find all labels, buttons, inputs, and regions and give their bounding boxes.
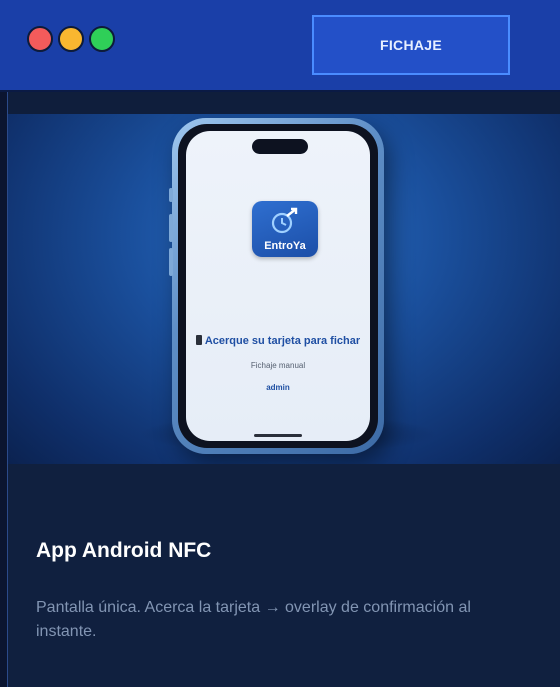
phone-side-button: [169, 214, 173, 242]
card-description: Pantalla única. Acerca la tarjeta → over…: [36, 599, 471, 640]
phone-side-button: [169, 188, 173, 202]
minimize-window-button[interactable]: [58, 26, 84, 52]
card-title: App Android NFC: [36, 539, 212, 562]
nfc-prompt: Acerque su tarjeta para fichar: [186, 335, 370, 347]
maximize-window-button[interactable]: [89, 26, 115, 52]
hero-image: EntroYa Acerque su tarjeta para fichar F…: [8, 114, 560, 464]
window-titlebar: FICHAJE: [0, 0, 560, 92]
app-name: EntroYa: [264, 240, 306, 252]
feature-card: EntroYa Acerque su tarjeta para fichar F…: [7, 92, 560, 687]
phone-side-button: [169, 248, 173, 276]
admin-link[interactable]: admin: [186, 383, 370, 392]
clock-check-icon: [271, 207, 298, 234]
manual-clock-in-link[interactable]: Fichaje manual: [186, 361, 370, 370]
window-controls: [27, 26, 115, 52]
nfc-prompt-text: Acerque su tarjeta para fichar: [204, 335, 361, 347]
dynamic-island: [252, 139, 308, 154]
phone-screen: EntroYa Acerque su tarjeta para fichar F…: [186, 131, 370, 441]
fichaje-button[interactable]: FICHAJE: [312, 15, 510, 75]
home-indicator: [254, 434, 302, 437]
app-icon: EntroYa: [252, 201, 318, 257]
close-window-button[interactable]: [27, 26, 53, 52]
mobile-phone-icon: [195, 335, 202, 345]
phone-mockup: EntroYa Acerque su tarjeta para fichar F…: [169, 118, 384, 454]
card-top-strip: [8, 92, 560, 114]
